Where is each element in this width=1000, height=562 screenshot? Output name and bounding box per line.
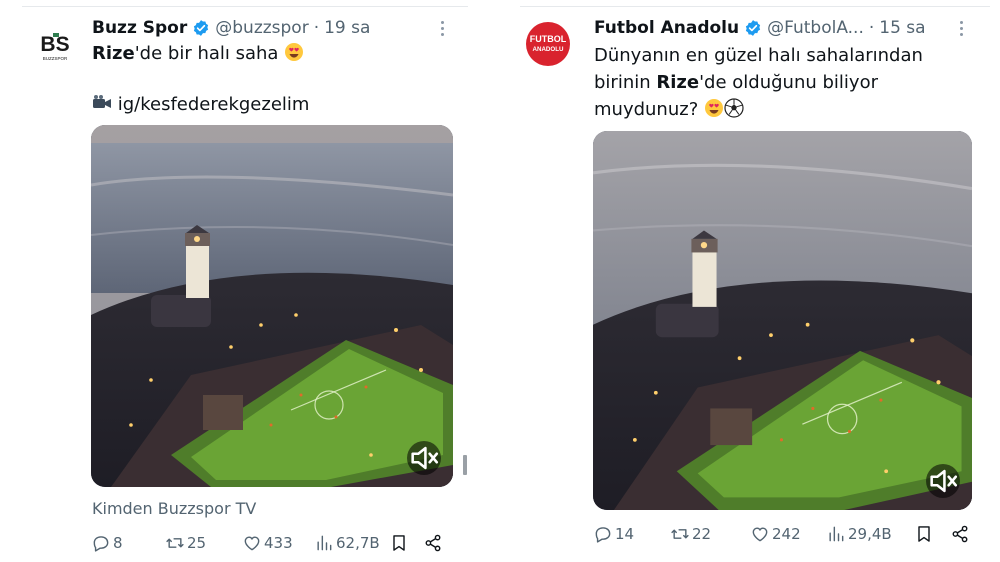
mute-icon[interactable]: [407, 441, 441, 475]
bookmark-icon: [918, 526, 930, 542]
reply-count: 14: [615, 525, 635, 543]
tweet-header: Buzz Spor @buzzspor · 19 sa: [92, 17, 370, 39]
text-line: Dünyanın en güzel halı sahalarından: [594, 45, 923, 66]
avatar-logo-line2: ANADOLU: [533, 46, 564, 53]
share-button[interactable]: [423, 531, 445, 555]
video-thumbnail-lighthouse-pitch: [593, 131, 972, 510]
repost-icon: [166, 538, 184, 548]
scrollbar[interactable]: [463, 455, 467, 475]
avatar-logo-line1: FUTBOL: [530, 34, 567, 44]
like-button[interactable]: 242: [750, 522, 801, 546]
text-part: muydunuz?: [594, 99, 699, 120]
like-count: 433: [264, 534, 293, 552]
author-handle[interactable]: @FutbolA...: [767, 17, 864, 39]
repost-button[interactable]: 22: [670, 522, 711, 546]
like-icon: [244, 536, 260, 551]
like-button[interactable]: 433: [242, 531, 293, 555]
smiling-face-heart-eyes-emoji: [285, 43, 304, 61]
view-count: 29,4B: [848, 525, 892, 543]
author-handle[interactable]: @buzzspor: [215, 17, 308, 39]
like-count: 242: [772, 525, 801, 543]
share-icon: [952, 525, 968, 543]
divider: [520, 6, 990, 7]
bookmark-button[interactable]: [389, 531, 411, 555]
share-icon: [425, 534, 441, 552]
repost-icon: [671, 529, 689, 539]
views-button[interactable]: 62,7B: [314, 531, 380, 555]
share-button[interactable]: [950, 522, 972, 546]
text-bold: Rize: [92, 43, 135, 64]
bookmark-icon: [393, 535, 405, 551]
more-icon[interactable]: [951, 18, 971, 40]
verified-badge-icon: [745, 20, 761, 36]
repost-button[interactable]: 25: [165, 531, 206, 555]
mute-icon[interactable]: [926, 464, 960, 498]
verified-badge-icon: [194, 20, 209, 36]
reply-button[interactable]: 8: [91, 531, 123, 555]
text-bold: Rize: [656, 72, 700, 93]
tweet-time[interactable]: 15 sa: [879, 17, 925, 39]
tweet-header: Futbol Anadolu @FutbolA... · 15 sa: [594, 17, 926, 39]
video-thumbnail-lighthouse-pitch: [91, 125, 453, 487]
reply-button[interactable]: 14: [593, 522, 634, 546]
view-count: 62,7B: [336, 534, 380, 552]
tweet-text: Dünyanın en güzel halı sahalarından biri…: [594, 42, 964, 123]
repost-count: 22: [692, 525, 712, 543]
source-label[interactable]: Kimden Buzzspor TV: [92, 499, 256, 518]
like-icon: [752, 527, 768, 542]
avatar[interactable]: BS BUZZSPOR: [33, 22, 77, 66]
soccer-ball-emoji: [724, 98, 744, 118]
smiling-face-heart-eyes-emoji: [704, 99, 723, 117]
futbol-anadolu-logo: FUTBOL ANADOLU: [530, 34, 567, 53]
views-icon: [317, 535, 332, 551]
avatar[interactable]: FUTBOL ANADOLU: [526, 22, 570, 66]
video-camera-emoji: [93, 95, 111, 108]
separator-dot: ·: [868, 18, 875, 38]
separator-dot: ·: [313, 18, 320, 38]
tweet-actions: 8 25 433 62,7B: [91, 531, 453, 555]
text-part: birinin: [594, 72, 657, 93]
tweet-futbolanadolu[interactable]: FUTBOL ANADOLU Futbol Anadolu @FutbolA..…: [510, 0, 1000, 562]
buzzspor-logo: BS BUZZSPOR: [40, 33, 70, 61]
more-icon[interactable]: [432, 18, 452, 40]
tweet-text: Rize'de bir halı saha ig/kesfederekgezel…: [92, 40, 452, 118]
divider: [22, 6, 468, 7]
tweet-actions: 14 22 242 29,4B: [593, 522, 972, 546]
tweet-time[interactable]: 19 sa: [324, 17, 370, 39]
text-link[interactable]: ig/kesfederekgezelim: [118, 94, 310, 115]
text-part: 'de olduğunu biliyor: [699, 72, 878, 93]
reply-count: 8: [113, 534, 123, 552]
bookmark-button[interactable]: [914, 522, 936, 546]
views-icon: [829, 526, 844, 542]
views-button[interactable]: 29,4B: [826, 522, 892, 546]
avatar-logo-subtext: BUZZSPOR: [43, 56, 68, 61]
author-name[interactable]: Futbol Anadolu: [594, 17, 739, 39]
repost-count: 25: [187, 534, 207, 552]
video-player[interactable]: [91, 125, 453, 487]
author-name[interactable]: Buzz Spor: [92, 17, 187, 39]
reply-icon: [595, 527, 611, 543]
video-player[interactable]: [593, 131, 972, 510]
reply-icon: [93, 536, 109, 552]
tweet-buzzspor[interactable]: BS BUZZSPOR Buzz Spor @buzzspor · 19 sa …: [0, 0, 470, 562]
text-part: 'de bir halı saha: [134, 43, 279, 64]
